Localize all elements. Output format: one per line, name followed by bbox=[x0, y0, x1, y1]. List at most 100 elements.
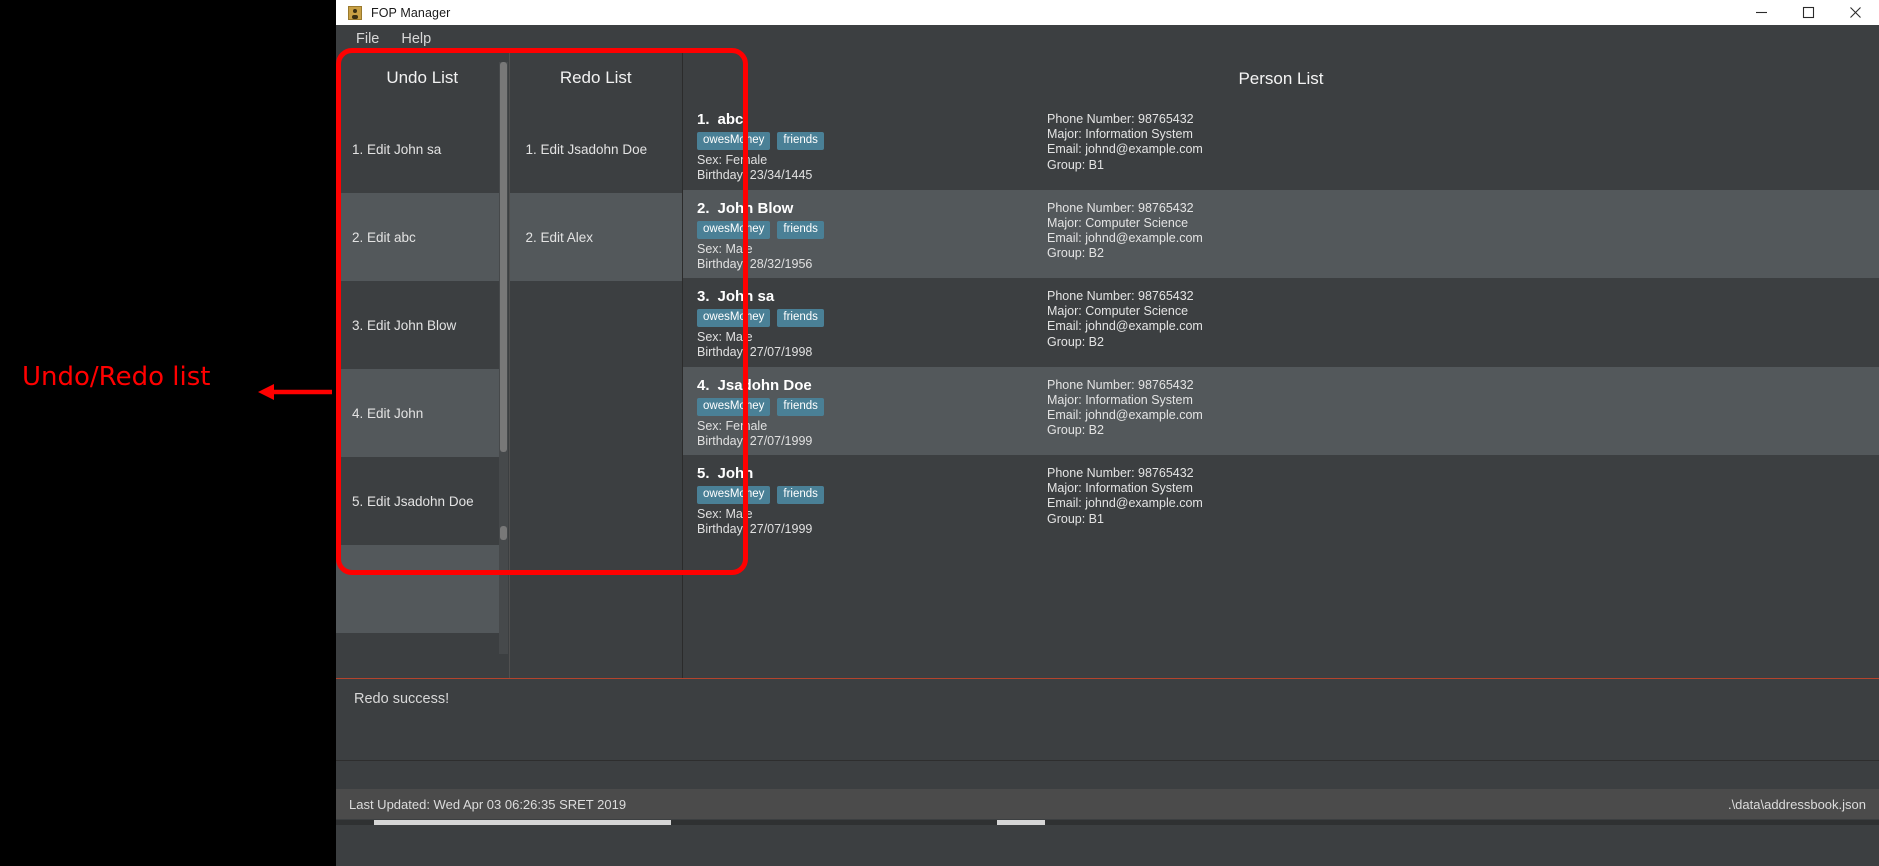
person-tags: owesMoney friends bbox=[697, 132, 1879, 151]
menu-item-help[interactable]: Help bbox=[390, 28, 442, 50]
maximize-icon[interactable] bbox=[1785, 0, 1832, 25]
person-birthday: Birthday: 23/34/1445 bbox=[697, 168, 813, 183]
scrollbar-thumb-horizontal-secondary[interactable] bbox=[997, 820, 1045, 825]
main-content: Undo List 1. Edit John sa 2. Edit abc 3.… bbox=[336, 53, 1879, 678]
list-item[interactable]: 2. Edit abc bbox=[336, 193, 499, 281]
person-details: Phone Number: 98765432 Major: Information… bbox=[1047, 466, 1203, 527]
tag-badge: friends bbox=[777, 132, 824, 151]
list-item[interactable] bbox=[336, 545, 499, 633]
tag-badge: friends bbox=[777, 397, 824, 416]
person-name-text: John sa bbox=[717, 288, 775, 305]
undo-list-body[interactable]: 1. Edit John sa 2. Edit abc 3. Edit John… bbox=[336, 105, 509, 678]
close-icon[interactable] bbox=[1832, 0, 1879, 25]
list-item[interactable]: 5. Edit Jsadohn Doe bbox=[336, 457, 499, 545]
scrollbar-thumb-lower[interactable] bbox=[499, 526, 507, 540]
person-tags: owesMoney friends bbox=[697, 486, 1879, 505]
person-name-text: abc bbox=[717, 111, 744, 128]
person-name-text: John Blow bbox=[717, 199, 794, 217]
app-person-icon bbox=[348, 5, 362, 20]
person-index: 3. bbox=[697, 288, 710, 305]
tag-badge: friends bbox=[777, 309, 824, 328]
redo-list-title: Redo List bbox=[559, 68, 632, 87]
person-phone: Phone Number: 98765432 bbox=[1047, 466, 1194, 480]
person-email: Email: johnd@example.com bbox=[1047, 142, 1203, 157]
person-name: 2. John Blow bbox=[697, 200, 1879, 217]
person-major: Major: Computer Science bbox=[1047, 215, 1189, 230]
menu-bar: File Help bbox=[336, 25, 1879, 53]
window-controls bbox=[1738, 0, 1879, 25]
minimize-icon[interactable] bbox=[1738, 0, 1785, 25]
person-phone: Phone Number: 98765432 bbox=[1047, 200, 1194, 215]
person-name-text: John bbox=[717, 465, 754, 482]
person-details: Phone Number: 98765432 Major: Computer Sc… bbox=[1047, 201, 1203, 262]
person-major: Major: Information System bbox=[1047, 127, 1193, 142]
person-sex: Sex: Male bbox=[697, 241, 753, 256]
status-last-updated: Last Updated: Wed Apr 03 06:26:35 SRET 2… bbox=[349, 796, 627, 812]
tag-badge: owesMoney bbox=[697, 486, 771, 505]
tag-badge: owesMoney bbox=[697, 397, 771, 416]
person-phone: Phone Number: 98765432 bbox=[1047, 112, 1194, 126]
undo-redo-pane: Undo List 1. Edit John sa 2. Edit abc 3.… bbox=[336, 53, 683, 678]
person-sex: Sex: Female bbox=[697, 418, 768, 433]
redo-list-panel: Redo List 1. Edit Jsadohn Doe 2. Edit Al… bbox=[509, 53, 682, 678]
window-title: FOP Manager bbox=[371, 5, 451, 20]
person-group: Group: B1 bbox=[1047, 511, 1104, 526]
horizontal-scrollbar[interactable] bbox=[336, 819, 1879, 866]
annotation-arrow-icon bbox=[258, 384, 332, 400]
person-details: Phone Number: 98765432 Major: Computer Sc… bbox=[1047, 289, 1203, 350]
tag-badge: owesMoney bbox=[697, 309, 771, 328]
person-details: Phone Number: 98765432 Major: Information… bbox=[1047, 112, 1203, 173]
person-sex: Sex: Male bbox=[697, 507, 753, 522]
person-card[interactable]: 5. John owesMoney friends Sex: Male Birthday:… bbox=[683, 455, 1879, 544]
person-email: Email: johnd@example.com bbox=[1047, 496, 1203, 511]
person-major: Major: Information System bbox=[1047, 481, 1193, 496]
person-birthday: Birthday: 28/32/1956 bbox=[697, 256, 813, 271]
redo-list-body[interactable]: 1. Edit Jsadohn Doe 2. Edit Alex bbox=[509, 105, 682, 678]
scrollbar-thumb[interactable] bbox=[499, 62, 507, 452]
tag-badge: owesMoney bbox=[697, 132, 771, 151]
person-list-body[interactable]: 1. abc owesMoney friends Sex: Female Birthday… bbox=[683, 101, 1879, 678]
list-item[interactable]: 1. Edit Jsadohn Doe bbox=[509, 105, 682, 193]
application-window: FOP Manager File Help Undo List 1. Edit … bbox=[336, 0, 1879, 866]
menu-item-file[interactable]: File bbox=[345, 28, 390, 50]
person-index: 5. bbox=[697, 465, 710, 482]
list-item[interactable]: 4. Edit John bbox=[336, 369, 499, 457]
scrollbar-thumb-horizontal[interactable] bbox=[374, 820, 671, 825]
person-major: Major: Information System bbox=[1047, 392, 1193, 407]
person-email: Email: johnd@example.com bbox=[1047, 407, 1203, 422]
status-save-location: .\data\addressbook.json bbox=[1727, 796, 1866, 812]
list-item[interactable]: 2. Edit Alex bbox=[509, 193, 682, 281]
tag-badge: friends bbox=[777, 220, 824, 239]
person-tags: owesMoney friends bbox=[697, 220, 1879, 239]
person-index: 1. bbox=[697, 111, 710, 128]
person-group: Group: B2 bbox=[1047, 334, 1104, 349]
person-details: Phone Number: 98765432 Major: Information… bbox=[1047, 378, 1203, 439]
person-phone: Phone Number: 98765432 bbox=[1047, 289, 1194, 303]
list-item[interactable]: 3. Edit John Blow bbox=[336, 281, 499, 369]
screenshot-root: FOP Manager File Help Undo List 1. Edit … bbox=[0, 0, 1879, 866]
person-birthday: Birthday: 27/07/1998 bbox=[697, 345, 813, 360]
person-card[interactable]: 2. John Blow owesMoney friends Sex: Male Birt… bbox=[683, 189, 1879, 278]
person-name: 1. abc bbox=[697, 111, 1879, 128]
undo-list-panel: Undo List 1. Edit John sa 2. Edit abc 3.… bbox=[336, 53, 510, 678]
undo-list-scrollbar[interactable] bbox=[498, 62, 508, 654]
person-card[interactable]: 3. John sa owesMoney friends Sex: Male Birthd… bbox=[683, 278, 1879, 367]
person-list-panel: Person List 1. abc owesMoney friends Sex: Fe… bbox=[683, 53, 1879, 678]
tag-badge: friends bbox=[777, 486, 824, 505]
person-name: 4. Jsadohn Doe bbox=[697, 377, 1879, 394]
person-card[interactable]: 1. abc owesMoney friends Sex: Female Birthday… bbox=[683, 101, 1879, 190]
person-tags: owesMoney friends bbox=[697, 309, 1879, 328]
person-group: Group: B2 bbox=[1047, 246, 1104, 261]
person-list-title: Person List bbox=[1238, 69, 1324, 88]
annotation-label: Undo/Redo list bbox=[22, 362, 211, 392]
person-name-text: Jsadohn Doe bbox=[717, 376, 812, 394]
person-index: 4. bbox=[697, 376, 710, 394]
person-sex: Sex: Female bbox=[697, 153, 768, 168]
person-phone: Phone Number: 98765432 bbox=[1047, 377, 1194, 392]
person-email: Email: johnd@example.com bbox=[1047, 230, 1203, 245]
person-card[interactable]: 4. Jsadohn Doe owesMoney friends Sex: Female… bbox=[683, 366, 1879, 455]
lower-spacer bbox=[336, 760, 1879, 790]
list-item[interactable]: 1. Edit John sa bbox=[336, 105, 499, 193]
person-group: Group: B1 bbox=[1047, 157, 1104, 172]
undo-list-title: Undo List bbox=[386, 68, 459, 87]
